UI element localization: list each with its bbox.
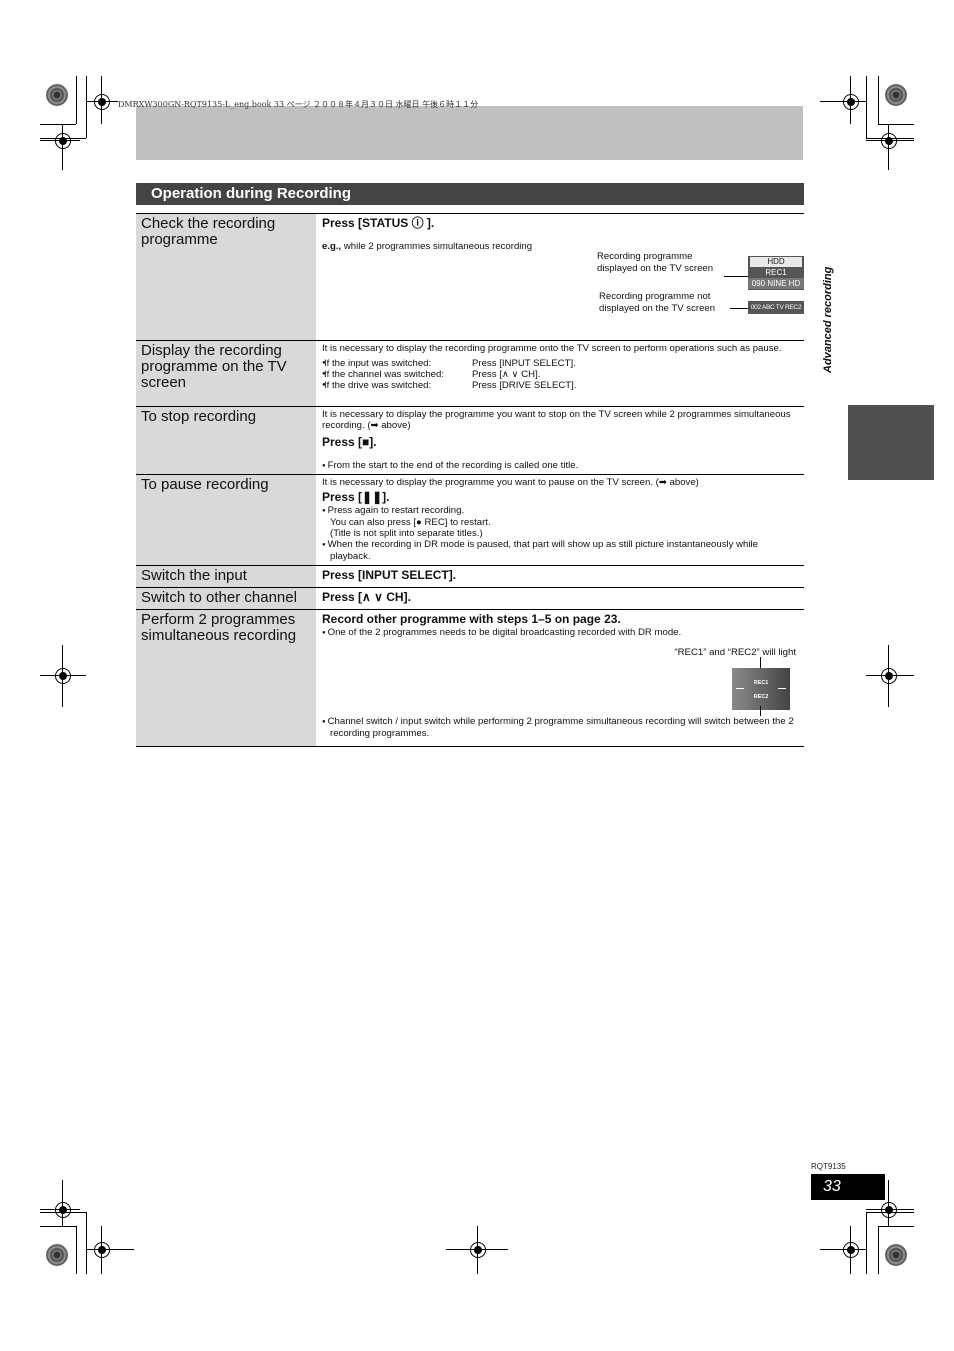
page-number: 33 xyxy=(811,1174,885,1200)
row-body: It is necessary to display the recording… xyxy=(316,340,804,407)
row-label: To pause recording xyxy=(136,474,316,566)
row-label: Check the recording programme xyxy=(136,213,316,341)
callout-displayed: Recording programme displayed on the TV … xyxy=(597,251,714,274)
row-body: It is necessary to display the programme… xyxy=(316,406,804,475)
row-body: Press [∧ ∨ CH]. xyxy=(316,587,804,610)
rec-indicator-panel: REC1 REC2 xyxy=(732,668,790,710)
table-row: Switch to other channel Press [∧ ∨ CH]. xyxy=(136,587,804,610)
callout-rec-light: “REC1” and “REC2” will light xyxy=(674,647,796,658)
registration-dial-icon xyxy=(885,1244,907,1266)
rec-indicator-area: REC1 REC2 xyxy=(322,657,798,716)
registration-mark-icon xyxy=(470,1242,486,1258)
row-intro: It is necessary to display the recording… xyxy=(322,343,782,354)
list-item: One of the 2 programmes needs to be digi… xyxy=(322,627,798,639)
press-instruction: Press [∧ ∨ CH]. xyxy=(322,590,411,604)
row-body: It is necessary to display the programme… xyxy=(316,474,804,566)
press-instruction: Record other programme with steps 1–5 on… xyxy=(322,612,621,626)
list-item: If the channel was switched:Press [∧ ∨ C… xyxy=(322,369,798,380)
light-ray-icon xyxy=(778,688,786,689)
table-row: To stop recording It is necessary to dis… xyxy=(136,406,804,475)
press-instruction: Press [STATUS ⓘ ]. xyxy=(322,216,435,230)
row-intro: It is necessary to display the programme… xyxy=(322,477,699,488)
list-item-continued: You can also press [● REC] to restart. xyxy=(330,517,491,528)
list-item-continued: (Title is not split into separate titles… xyxy=(330,528,483,539)
row-body: Press [INPUT SELECT]. xyxy=(316,565,804,588)
press-instruction: Press [INPUT SELECT]. xyxy=(322,568,457,582)
header-band xyxy=(136,106,803,160)
registration-mark-icon xyxy=(881,133,897,149)
callout-line xyxy=(730,308,748,309)
table-row: Perform 2 programmes simultaneous record… xyxy=(136,609,804,747)
registration-mark-icon xyxy=(881,1202,897,1218)
registration-dial-icon xyxy=(885,84,907,106)
list-item: If the drive was switched:Press [DRIVE S… xyxy=(322,380,798,391)
table-row: Switch the input Press [INPUT SELECT]. xyxy=(136,565,804,588)
print-book-info: DMRXW300GN-RQT9135-L_eng.book 33 ページ ２００… xyxy=(118,100,479,109)
callout-line xyxy=(724,276,748,277)
row-label: Perform 2 programmes simultaneous record… xyxy=(136,609,316,747)
registration-mark-icon xyxy=(843,1242,859,1258)
registration-dial-icon xyxy=(46,1244,68,1266)
model-number: RQT9135 xyxy=(811,1162,846,1171)
registration-mark-icon xyxy=(55,1202,71,1218)
row-label: To stop recording xyxy=(136,406,316,475)
table-row: Display the recording programme on the T… xyxy=(136,340,804,407)
list-item: Press again to restart recording. xyxy=(322,505,798,517)
press-instruction: Press [❚❚]. xyxy=(322,490,390,504)
callout-line xyxy=(760,706,761,716)
list-item: If the input was switched:Press [INPUT S… xyxy=(322,358,798,369)
row-label: Switch to other channel xyxy=(136,587,316,610)
tv-status-panel-rec2: 002 ABC TV REC2 xyxy=(748,301,804,314)
side-tab-marker xyxy=(848,405,934,480)
section-title: Operation during Recording xyxy=(136,183,804,205)
registration-mark-icon xyxy=(881,668,897,684)
registration-mark-icon xyxy=(94,94,110,110)
list-item: When the recording in DR mode is paused,… xyxy=(322,539,798,562)
table-row: To pause recording It is necessary to di… xyxy=(136,474,804,566)
row-label: Switch the input xyxy=(136,565,316,588)
tv-status-panel: HDD REC1 090 NINE HD xyxy=(748,256,804,290)
row-label: Display the recording programme on the T… xyxy=(136,340,316,407)
registration-mark-icon xyxy=(94,1242,110,1258)
row-body: Record other programme with steps 1–5 on… xyxy=(316,609,804,747)
light-ray-icon xyxy=(736,688,744,689)
registration-mark-icon xyxy=(55,668,71,684)
list-item: From the start to the end of the recordi… xyxy=(322,460,798,472)
callout-not-displayed: Recording programme not displayed on the… xyxy=(599,291,716,314)
registration-dial-icon xyxy=(46,84,68,106)
row-intro: It is necessary to display the programme… xyxy=(322,409,791,431)
list-item: Channel switch / input switch while perf… xyxy=(322,716,798,739)
registration-mark-icon xyxy=(843,94,859,110)
press-instruction: Press [■]. xyxy=(322,435,377,449)
registration-mark-icon xyxy=(55,133,71,149)
table-row: Check the recording programme Press [STA… xyxy=(136,213,804,341)
side-tab-label: Advanced recording xyxy=(822,266,834,373)
row-body: Press [STATUS ⓘ ]. e.g., while 2 program… xyxy=(316,213,804,341)
operations-table: Check the recording programme Press [STA… xyxy=(136,213,804,747)
